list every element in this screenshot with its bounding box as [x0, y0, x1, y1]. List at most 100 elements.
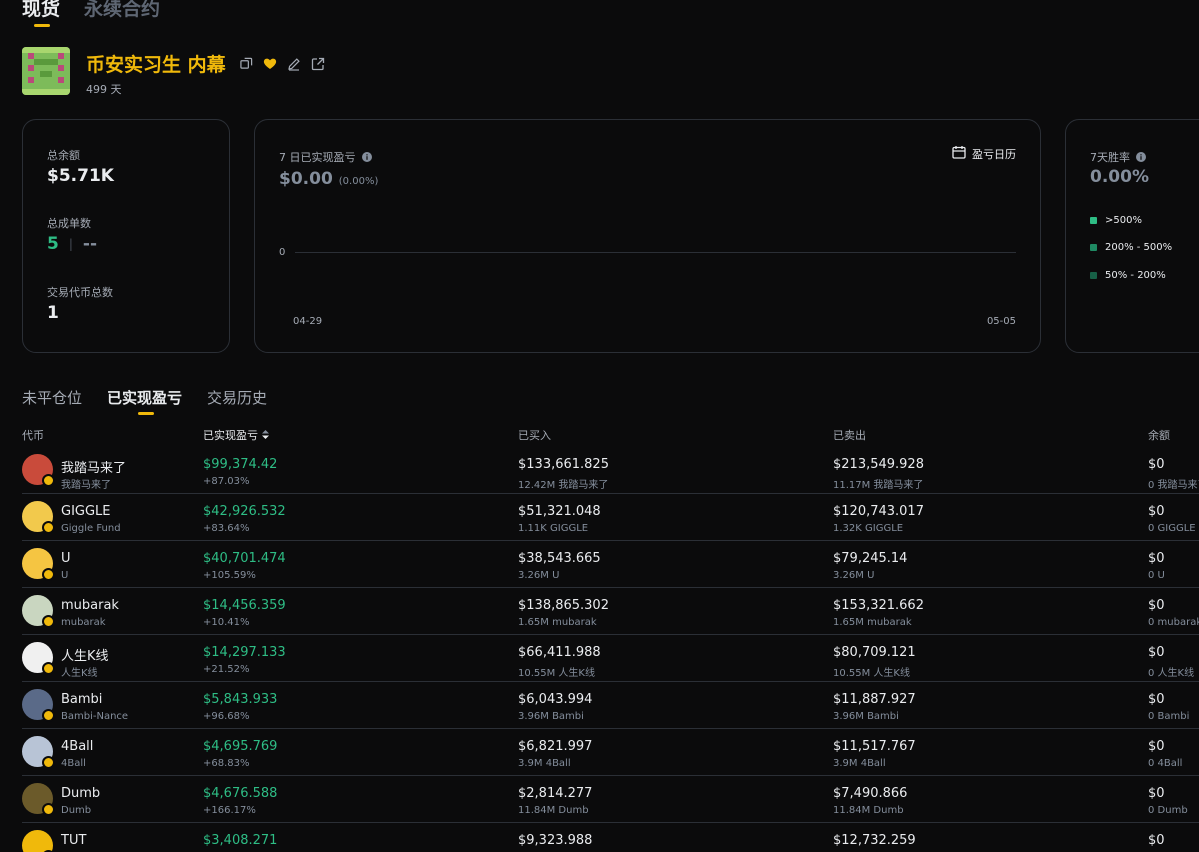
- table-row[interactable]: 4Ball 4Ball $4,695.769 +68.83% $6,821.997 3.9…: [22, 729, 1199, 776]
- profile-days: 499 天: [86, 83, 122, 96]
- balance-value: $0: [1148, 833, 1165, 848]
- legend-swatch: [1090, 272, 1097, 279]
- tab-realized-pnl[interactable]: 已实现盈亏: [107, 387, 182, 415]
- chain-badge-icon: [42, 474, 55, 487]
- realized-pnl: $14,297.133: [203, 645, 286, 660]
- bought-value: $6,821.997: [518, 739, 593, 754]
- table-row[interactable]: GIGGLE Giggle Fund $42,926.532 +83.64% $51,3…: [22, 494, 1199, 541]
- winrate-title: 7天胜率: [1090, 150, 1130, 164]
- balance-value: $0: [1148, 739, 1165, 754]
- table-row[interactable]: Bambi Bambi-Nance $5,843.933 +96.68% $6,043.…: [22, 682, 1199, 729]
- table-row[interactable]: Dumb Dumb $4,676.588 +166.17% $2,814.277 11.8…: [22, 776, 1199, 823]
- bought-value: $138,865.302: [518, 598, 609, 613]
- chain-badge-icon: [42, 568, 55, 581]
- balance-amount: 0 4Ball: [1148, 758, 1183, 769]
- chain-badge-icon: [42, 756, 55, 769]
- sold-value: $11,517.767: [833, 739, 916, 754]
- position-tabs: 未平仓位 已实现盈亏 交易历史: [22, 387, 267, 415]
- table-row[interactable]: TUT $3,408.271 $9,323.988 $12,732.259 $0: [22, 823, 1199, 852]
- realized-pnl: $5,843.933: [203, 692, 278, 707]
- token-name: U: [61, 551, 71, 566]
- tab-spot[interactable]: 现货: [22, 0, 60, 27]
- table-row[interactable]: U U $40,701.474 +105.59% $38,543.665 3.26M U $…: [22, 541, 1199, 588]
- token-name: GIGGLE: [61, 504, 111, 519]
- balance-amount: 0 人生K线: [1148, 668, 1195, 679]
- token-subname: Giggle Fund: [61, 523, 121, 534]
- info-icon[interactable]: [361, 147, 372, 166]
- tab-trade-history[interactable]: 交易历史: [207, 387, 267, 408]
- share-icon[interactable]: [311, 57, 325, 71]
- balance-value: $0: [1148, 598, 1165, 613]
- balance-amount: 0 Dumb: [1148, 805, 1188, 816]
- bought-value: $9,323.988: [518, 833, 593, 848]
- legend-label: 50% - 200%: [1105, 270, 1166, 281]
- token-subname: U: [61, 570, 69, 581]
- sold-amount: 1.65M mubarak: [833, 617, 912, 628]
- sold-amount: 11.84M Dumb: [833, 805, 904, 816]
- realized-pnl: $14,456.359: [203, 598, 286, 613]
- realized-pnl-percent: +87.03%: [203, 476, 250, 487]
- realized-pnl-percent: +105.59%: [203, 570, 256, 581]
- table-row[interactable]: 我踏马来了 我踏马来了 $99,374.42 +87.03% $133,661.825 1…: [22, 447, 1199, 494]
- table-row[interactable]: 人生K线 人生K线 $14,297.133 +21.52% $66,411.988 10.…: [22, 635, 1199, 682]
- legend-swatch: [1090, 217, 1097, 224]
- legend-swatch: [1090, 244, 1097, 251]
- bought-value: $51,321.048: [518, 504, 601, 519]
- header-balance: 余额: [1148, 429, 1170, 442]
- sold-amount: 10.55M 人生K线: [833, 668, 910, 679]
- realized-pnl: $42,926.532: [203, 504, 286, 519]
- table-row[interactable]: mubarak mubarak $14,456.359 +10.41% $138,865…: [22, 588, 1199, 635]
- calendar-icon: [952, 144, 966, 163]
- tab-open-positions[interactable]: 未平仓位: [22, 387, 82, 408]
- profile-name: 币安实习生 内幕: [86, 54, 226, 76]
- balance-value: $0: [1148, 457, 1165, 472]
- bought-value: $133,661.825: [518, 457, 609, 472]
- sold-amount: 3.96M Bambi: [833, 711, 899, 722]
- pnl-card: 7 日已实现盈亏 $0.00 (0.00%) 盈亏日历 0 04-29 05-0…: [254, 119, 1041, 353]
- chain-badge-icon: [42, 521, 55, 534]
- header-pnl-sort[interactable]: 已实现盈亏: [203, 427, 269, 443]
- token-subname: 我踏马来了: [61, 480, 111, 491]
- tokens-label: 交易代币总数: [47, 286, 113, 299]
- bought-amount: 10.55M 人生K线: [518, 668, 595, 679]
- sold-amount: 1.32K GIGGLE: [833, 523, 904, 534]
- bought-amount: 3.9M 4Ball: [518, 758, 571, 769]
- tab-perpetual[interactable]: 永续合约: [84, 0, 160, 24]
- token-name: 4Ball: [61, 739, 94, 754]
- legend-item: 200% - 500%: [1090, 242, 1172, 253]
- pnl-value: $0.00: [279, 169, 333, 189]
- sold-value: $120,743.017: [833, 504, 924, 519]
- sold-value: $213,549.928: [833, 457, 924, 472]
- sold-amount: 11.17M 我踏马来了: [833, 480, 924, 491]
- heart-icon[interactable]: [263, 57, 277, 70]
- header-pnl: 已实现盈亏: [203, 429, 258, 442]
- balance-card: 总余额 $5.71K 总成单数 5 | -- 交易代币总数 1: [22, 119, 230, 353]
- sold-amount: 3.9M 4Ball: [833, 758, 886, 769]
- balance-amount: 0 mubarak: [1148, 617, 1199, 628]
- tokens-value: 1: [47, 303, 59, 323]
- bought-amount: 11.84M Dumb: [518, 805, 589, 816]
- bought-amount: 3.26M U: [518, 570, 560, 581]
- chain-badge-icon: [42, 709, 55, 722]
- realized-pnl: $4,676.588: [203, 786, 278, 801]
- realized-pnl-percent: +68.83%: [203, 758, 250, 769]
- total-orders-other: --: [82, 234, 98, 254]
- winrate-value: 0.00%: [1090, 167, 1149, 187]
- balance-amount: 0 我踏马来了: [1148, 480, 1199, 491]
- balance-value: $0: [1148, 551, 1165, 566]
- balance-value: $0: [1148, 645, 1165, 660]
- copy-icon[interactable]: [239, 57, 253, 70]
- token-name: Bambi: [61, 692, 103, 707]
- token-name: Dumb: [61, 786, 101, 801]
- pnl-calendar-button[interactable]: 盈亏日历: [952, 144, 1016, 163]
- axis-zero-label: 0: [279, 247, 286, 258]
- info-icon[interactable]: [1136, 147, 1146, 166]
- total-orders-value: 5: [47, 234, 59, 254]
- chain-badge-icon: [42, 803, 55, 816]
- legend-label: 200% - 500%: [1105, 242, 1173, 253]
- avatar: [22, 47, 70, 95]
- balance-amount: 0 U: [1148, 570, 1165, 581]
- realized-pnl-percent: +10.41%: [203, 617, 250, 628]
- bought-value: $66,411.988: [518, 645, 601, 660]
- edit-icon[interactable]: [287, 57, 301, 71]
